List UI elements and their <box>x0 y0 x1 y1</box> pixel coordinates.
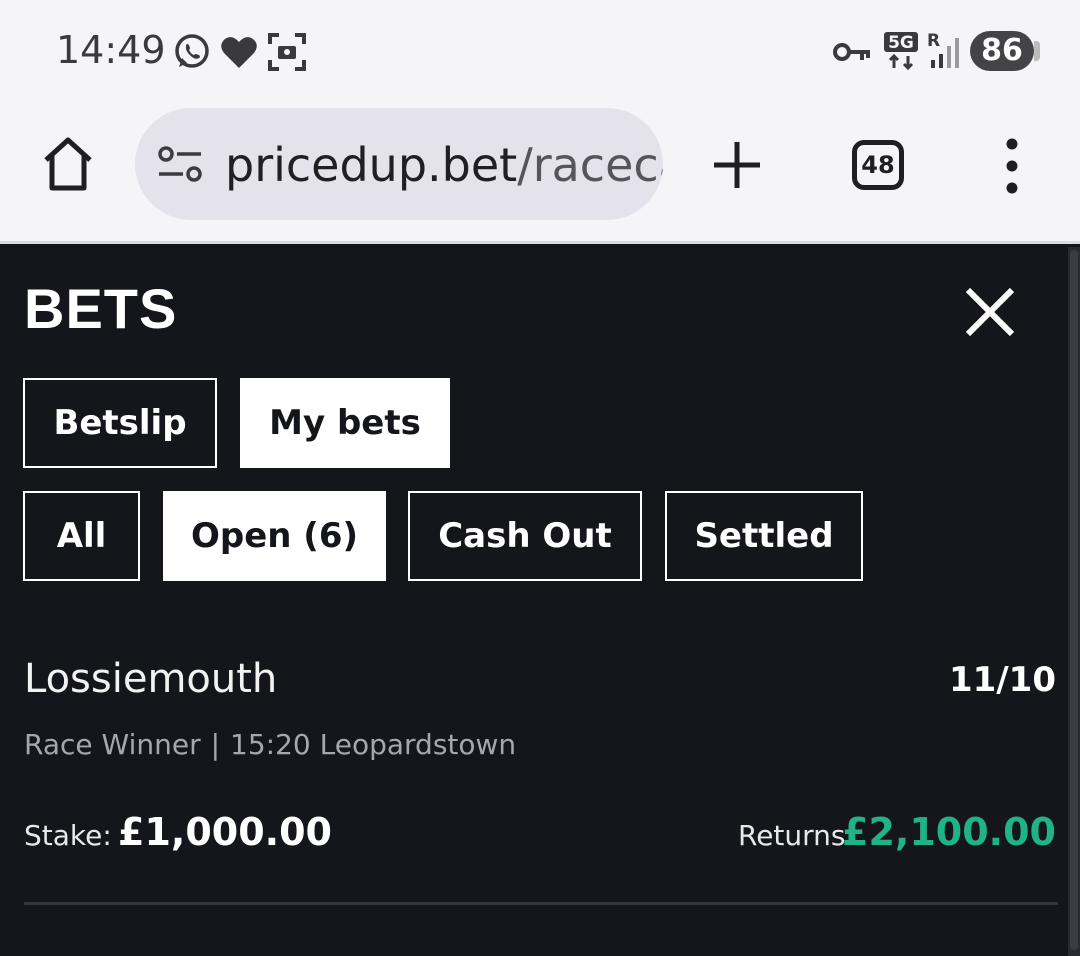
address-bar[interactable]: pricedup.bet/raceca <box>135 108 663 220</box>
heart-icon <box>221 37 257 68</box>
url-text[interactable]: pricedup.bet/raceca <box>225 138 663 192</box>
filter-all[interactable]: All <box>23 491 140 581</box>
market-info: Race Winner | 15:20 Leopardstown <box>24 728 516 761</box>
panel-title: BETS <box>24 277 178 340</box>
battery-level: 86 <box>981 33 1023 68</box>
bet-divider <box>24 902 1058 905</box>
market-name: Race Winner <box>24 728 201 761</box>
stake-label: Stake: <box>24 819 112 852</box>
whatsapp-icon <box>175 34 209 68</box>
signal-icon: R <box>927 31 959 68</box>
roaming-indicator: R <box>927 31 940 51</box>
tab-switcher-button[interactable]: 48 <box>852 140 904 190</box>
stake-amount: £1,000.00 <box>118 810 332 854</box>
filter-settled[interactable]: Settled <box>665 491 863 581</box>
scrollbar-thumb[interactable] <box>1070 250 1078 950</box>
vpn-key-icon <box>833 43 870 61</box>
more-options-icon[interactable] <box>998 138 1026 194</box>
network-type: 5G <box>888 33 914 53</box>
battery-indicator: 86 <box>970 31 1040 71</box>
url-host: pricedup.bet <box>225 138 518 192</box>
5g-data-icon: 5G <box>884 32 918 70</box>
event-name: 15:20 Leopardstown <box>230 728 517 761</box>
bet-odds: 11/10 <box>948 660 1056 700</box>
close-icon[interactable] <box>960 282 1020 342</box>
home-icon[interactable] <box>38 134 98 194</box>
tab-my-bets[interactable]: My bets <box>240 378 450 468</box>
filter-open[interactable]: Open (6) <box>163 491 386 581</box>
browser-toolbar: pricedup.bet/raceca 48 <box>0 100 1080 244</box>
returns-amount: £2,100.00 <box>842 810 1056 854</box>
site-settings-icon[interactable] <box>157 146 203 182</box>
returns-label: Returns: <box>738 819 855 852</box>
market-separator: | <box>210 728 221 761</box>
filter-cash-out[interactable]: Cash Out <box>408 491 642 581</box>
tab-betslip[interactable]: Betslip <box>23 378 217 468</box>
screenshot-icon <box>268 33 306 71</box>
new-tab-icon[interactable] <box>710 138 764 192</box>
status-bar: 14:49 5G R 86 <box>0 0 1080 100</box>
clock: 14:49 <box>56 28 166 72</box>
selection-name: Lossiemouth <box>24 656 278 702</box>
url-path: /raceca <box>517 138 663 192</box>
